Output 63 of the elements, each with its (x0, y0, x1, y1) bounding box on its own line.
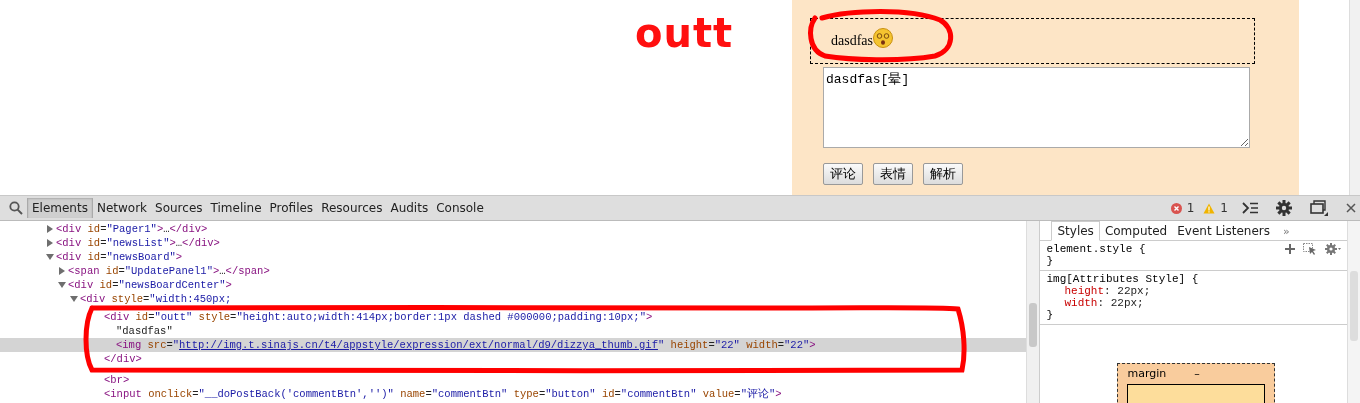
css-selector: img[Attributes Style] { (1046, 273, 1199, 285)
panel-tab[interactable]: Audits (386, 198, 433, 218)
panel-tab[interactable]: Elements (27, 198, 93, 218)
panel-tab[interactable]: Profiles (265, 198, 318, 218)
tree-row[interactable]: <div id="newsBoardCenter"> (0, 278, 1027, 292)
markup-line: <div id="outt" style="height:auto;width:414px;border:1px dashed #000000;padding:10px;"> (104, 311, 653, 323)
tree-row[interactable]: <div id="Pager1">…</div> (0, 222, 1027, 236)
dock-icon (1310, 200, 1328, 216)
markup-line: <div id="Pager1">…</div> (56, 223, 208, 235)
error-icon (1170, 202, 1182, 214)
sidebar-tab[interactable]: Styles (1051, 221, 1100, 241)
more-tabs-button[interactable]: » (1274, 223, 1298, 240)
tree-row[interactable]: <img src="http://img.t.sinajs.cn/t4/appstyle/expression/ext/normal/d9/dizzya_thumb.gif" height="22" width="22"> (0, 338, 1027, 352)
panel-tab[interactable]: Resources (317, 198, 387, 218)
handwritten-label: outt (635, 10, 734, 56)
page-button[interactable]: 表情 (873, 163, 913, 185)
warning-icon (1203, 202, 1216, 214)
close-icon (1346, 203, 1356, 213)
box-value: – (1194, 367, 1200, 380)
css-declaration: width: 22px; (1063, 297, 1145, 309)
settings-icon (1276, 200, 1292, 216)
outt-text: dasdfas (831, 33, 873, 49)
markup-line: <div id="newsBoardCenter"> (68, 279, 232, 291)
tree-row[interactable]: <br> (0, 373, 1027, 387)
markup-line: <div style="width:450px; (80, 293, 232, 305)
panel-tab[interactable]: Network (92, 198, 152, 218)
markup-line: "dasdfas" (116, 325, 173, 337)
sidebar-tab[interactable]: Computed (1099, 222, 1173, 240)
tree-row[interactable]: <input onclick="__doPostBack('commentBtn','')" name="commentBtn" type="button" id="commentBtn" value="评论"> (0, 387, 1027, 401)
tree-row[interactable]: <div id="newsList">…</div> (0, 236, 1027, 250)
markup-line: <input onclick="__doPostBack('commentBtn','')" name="commentBtn" type="button" id="commentBtn" value="评论"> (104, 387, 782, 401)
scrollbar-thumb[interactable] (1029, 303, 1038, 347)
panel-tab[interactable]: Timeline (206, 198, 266, 218)
plus-icon (1285, 244, 1295, 254)
page-button[interactable]: 解析 (923, 163, 963, 185)
markup-line: <br> (104, 374, 130, 386)
tree-row[interactable]: "dasdfas" (0, 324, 1027, 338)
tree-row[interactable]: <span id="UpdatePanel1">…</span> (0, 264, 1027, 278)
markup-line: <img src="http://img.t.sinajs.cn/t4/appstyle/expression/ext/normal/d9/dizzya_thumb.gif" height="22" width="22"> (116, 339, 816, 351)
tree-row[interactable]: <div style="width:450px; (0, 292, 1027, 306)
markup-line: <span id="UpdatePanel1">…</span> (68, 265, 270, 277)
css-selector: element.style { (1046, 243, 1146, 255)
warning-count: 1 (1220, 201, 1228, 215)
search-icon (9, 201, 23, 215)
tree-row[interactable]: <div id="newsBoard"> (0, 250, 1027, 264)
box-label: margin (1127, 367, 1167, 380)
css-declaration: height: 22px; (1063, 285, 1152, 297)
panel-tab[interactable]: Console (432, 198, 488, 218)
element-picker-icon (1303, 243, 1317, 255)
markup-line: <div id="newsList">…</div> (56, 237, 220, 249)
closing-brace: } (1046, 255, 1055, 267)
console-drawer-icon (1242, 202, 1258, 214)
comment-field[interactable]: dasdfas[晕] (823, 67, 1250, 148)
dizzy-face-icon (873, 28, 893, 48)
page-button[interactable]: 评论 (823, 163, 863, 185)
closing-brace: } (1046, 309, 1055, 321)
tree-row[interactable]: <div id="outt" style="height:auto;width:414px;border:1px dashed #000000;padding:10px;"> (0, 310, 1027, 324)
sidebar-tab[interactable]: Event Listeners (1172, 222, 1275, 240)
panel-tab[interactable]: Sources (151, 198, 207, 218)
error-count: 1 (1186, 201, 1195, 215)
settings-icon (1325, 243, 1341, 255)
markup-line: </div> (104, 353, 142, 365)
markup-line: <div id="newsBoard"> (56, 251, 183, 263)
